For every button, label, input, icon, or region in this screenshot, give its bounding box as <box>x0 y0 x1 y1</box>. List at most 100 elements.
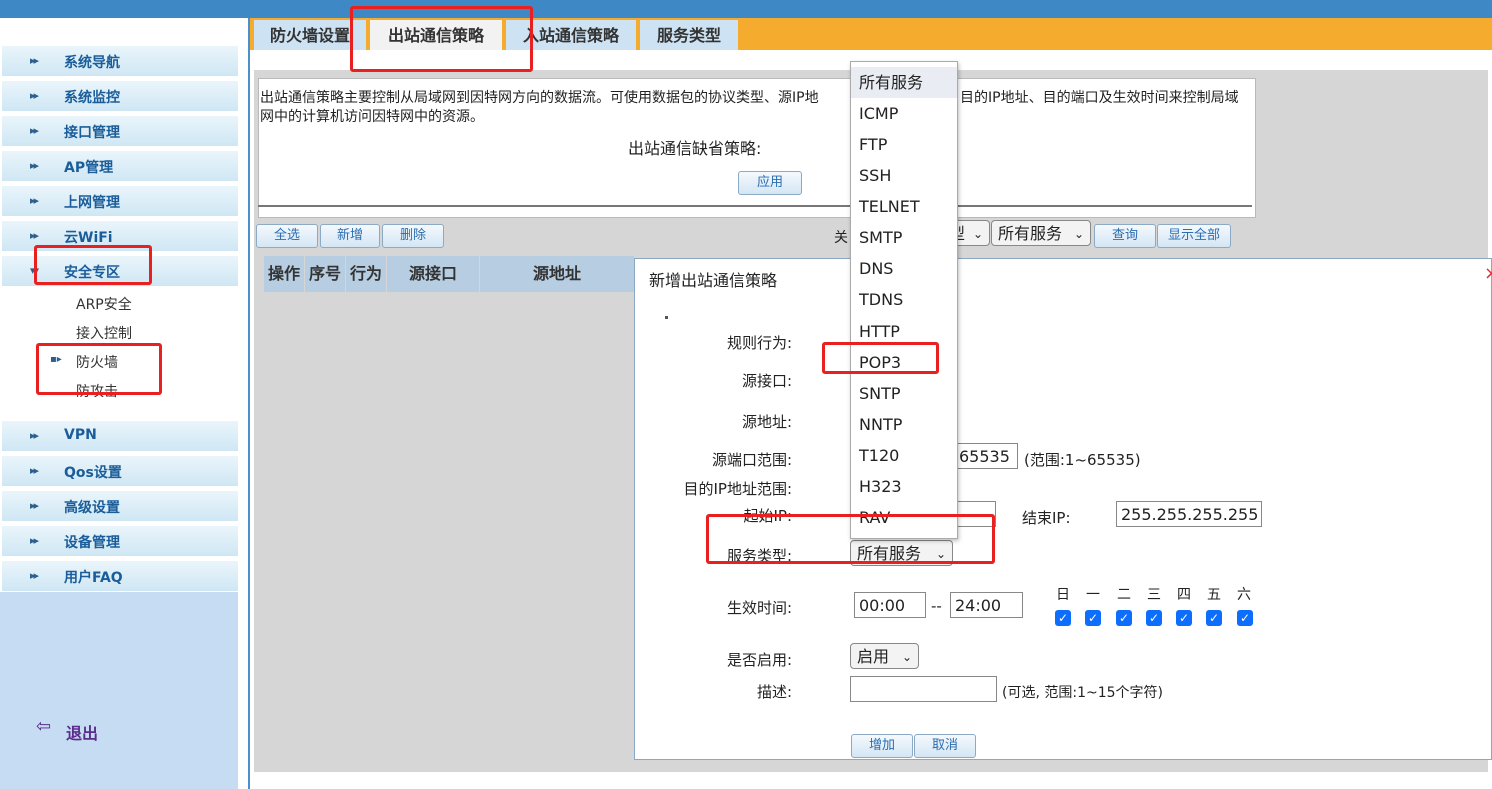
query-button[interactable]: 查询 <box>1094 224 1156 248</box>
select-all-button[interactable]: 全选 <box>256 224 318 248</box>
dialog-title: 新增出站通信策略 <box>649 271 778 290</box>
time-separator: -- <box>931 597 942 615</box>
day-checkbox-mon[interactable]: ✓ <box>1085 610 1101 626</box>
annotation-box-service-type <box>706 514 995 564</box>
marker-dot <box>665 316 668 319</box>
day-label-tue: 二 <box>1117 587 1131 603</box>
tab-service-type[interactable]: 服务类型 <box>640 20 738 50</box>
logout-icon: ⇦ <box>36 716 52 737</box>
dialog-cancel-button[interactable]: 取消 <box>914 734 976 758</box>
effective-time-label: 生效时间: <box>726 599 792 617</box>
dropdown-option[interactable]: TDNS <box>851 284 957 315</box>
dropdown-option[interactable]: SSH <box>851 160 957 191</box>
sidebar-item-label: 用户FAQ <box>64 570 123 586</box>
dropdown-option[interactable]: H323 <box>851 471 957 502</box>
day-checkbox-wed[interactable]: ✓ <box>1146 610 1162 626</box>
desc-hint: (可选, 范围:1~15个字符) <box>1002 685 1163 701</box>
bullet-icon: ▸▸ <box>30 124 39 137</box>
day-label-fri: 五 <box>1207 587 1221 603</box>
sidebar-item-qos[interactable]: ▸▸ Qos设置 <box>2 456 238 487</box>
info-text-line1: 出站通信策略主要控制从局域网到因特网方向的数据流。可使用数据包的协议类型、源IP… <box>260 90 819 106</box>
apply-button[interactable]: 应用 <box>738 171 802 195</box>
annotation-box-tab <box>350 6 533 72</box>
bullet-icon: ▸▸ <box>30 534 39 547</box>
time-end-input[interactable]: 24:00 <box>950 592 1023 618</box>
logout-link[interactable]: 退出 <box>66 720 98 744</box>
chevron-down-icon: ⌄ <box>901 650 912 664</box>
sidebar-item-label: Qos设置 <box>64 465 122 481</box>
sidebar-item-advanced[interactable]: ▸▸ 高级设置 <box>2 491 238 522</box>
src-iface-label: 源接口: <box>741 372 792 390</box>
sidebar-item-label: AP管理 <box>64 160 114 176</box>
sidebar-item-label: 云WiFi <box>64 230 113 246</box>
rule-action-label: 规则行为: <box>726 334 792 352</box>
sidebar-item-internet[interactable]: ▸▸ 上网管理 <box>2 186 238 217</box>
desc-label: 描述: <box>756 683 792 701</box>
dropdown-option[interactable]: DNS <box>851 253 957 284</box>
day-label-sat: 六 <box>1237 587 1251 603</box>
close-icon[interactable]: × <box>1484 263 1492 284</box>
table-header-src-iface: 源接口 <box>387 256 480 292</box>
default-policy-label: 出站通信缺省策略: <box>628 139 762 158</box>
top-header-bar <box>0 0 1492 18</box>
info-text-line1-tail: 目的IP地址、目的端口及生效时间来控制局域 <box>960 90 1239 106</box>
sidebar-item-interface[interactable]: ▸▸ 接口管理 <box>2 116 238 147</box>
sidebar-item-ap[interactable]: ▸▸ AP管理 <box>2 151 238 182</box>
dst-ip-range-label: 目的IP地址范围: <box>683 480 792 498</box>
dropdown-option[interactable]: SMTP <box>851 222 957 253</box>
show-all-button[interactable]: 显示全部 <box>1157 224 1231 248</box>
day-checkbox-sun[interactable]: ✓ <box>1055 610 1071 626</box>
bullet-icon: ▸▸ <box>30 429 39 442</box>
sidebar-divider <box>248 18 250 789</box>
sidebar-item-system-monitor[interactable]: ▸▸ 系统监控 <box>2 81 238 112</box>
dropdown-option[interactable]: ICMP <box>851 98 957 129</box>
bullet-icon: ▸▸ <box>30 194 39 207</box>
dropdown-option[interactable]: NNTP <box>851 409 957 440</box>
table-header-action: 操作 <box>264 256 305 292</box>
sidebar-item-device[interactable]: ▸▸ 设备管理 <box>2 526 238 557</box>
bullet-icon: ▸▸ <box>30 54 39 67</box>
dropdown-option[interactable]: TELNET <box>851 191 957 222</box>
day-checkbox-tue[interactable]: ✓ <box>1116 610 1132 626</box>
enable-value: 启用 <box>857 647 890 666</box>
add-button[interactable]: 新增 <box>320 224 380 248</box>
table-header-src-addr: 源地址 <box>480 256 635 292</box>
delete-button[interactable]: 删除 <box>382 224 444 248</box>
dropdown-option[interactable]: SNTP <box>851 378 957 409</box>
sidebar-item-vpn[interactable]: ▸▸ VPN <box>2 421 238 452</box>
desc-input[interactable] <box>850 676 997 702</box>
bullet-icon: ▸▸ <box>30 569 39 582</box>
sidebar-item-label: VPN <box>64 427 97 443</box>
day-label-wed: 三 <box>1147 587 1161 603</box>
sidebar-item-label: 高级设置 <box>64 500 120 516</box>
dialog-add-button[interactable]: 增加 <box>851 734 913 758</box>
end-ip-input[interactable]: 255.255.255.255 <box>1116 501 1262 527</box>
sidebar-item-label: 上网管理 <box>64 195 120 211</box>
sidebar-subitem-arp[interactable]: ARP安全 <box>76 294 132 314</box>
service-filter-select[interactable]: 所有服务 ⌄ <box>991 220 1091 246</box>
service-filter-value: 所有服务 <box>998 224 1063 243</box>
bullet-icon: ▸▸ <box>30 464 39 477</box>
enable-select[interactable]: 启用 ⌄ <box>850 643 919 669</box>
day-checkbox-thu[interactable]: ✓ <box>1176 610 1192 626</box>
divider <box>258 205 1252 207</box>
src-port-end-input[interactable]: 65535 <box>954 443 1018 469</box>
dropdown-option[interactable]: 所有服务 <box>851 67 957 98</box>
day-label-thu: 四 <box>1177 587 1191 603</box>
filter-label: 关 <box>834 230 848 246</box>
sidebar-item-label: 系统导航 <box>64 55 120 71</box>
sidebar-item-faq[interactable]: ▸▸ 用户FAQ <box>2 561 238 592</box>
sidebar-item-system-nav[interactable]: ▸▸ 系统导航 <box>2 46 238 77</box>
day-checkbox-sat[interactable]: ✓ <box>1237 610 1253 626</box>
dropdown-option[interactable]: T120 <box>851 440 957 471</box>
dropdown-option[interactable]: FTP <box>851 129 957 160</box>
day-checkbox-fri[interactable]: ✓ <box>1206 610 1222 626</box>
chevron-down-icon: ⌄ <box>972 227 983 241</box>
time-start-input[interactable]: 00:00 <box>854 592 926 618</box>
sidebar-footer <box>0 592 238 789</box>
day-label-sun: 日 <box>1056 587 1070 603</box>
day-label-mon: 一 <box>1086 587 1100 603</box>
src-port-range-hint: (范围:1~65535) <box>1024 451 1141 469</box>
sidebar-subitem-access-control[interactable]: 接入控制 <box>76 323 132 343</box>
end-ip-label: 结束IP: <box>1022 509 1071 527</box>
